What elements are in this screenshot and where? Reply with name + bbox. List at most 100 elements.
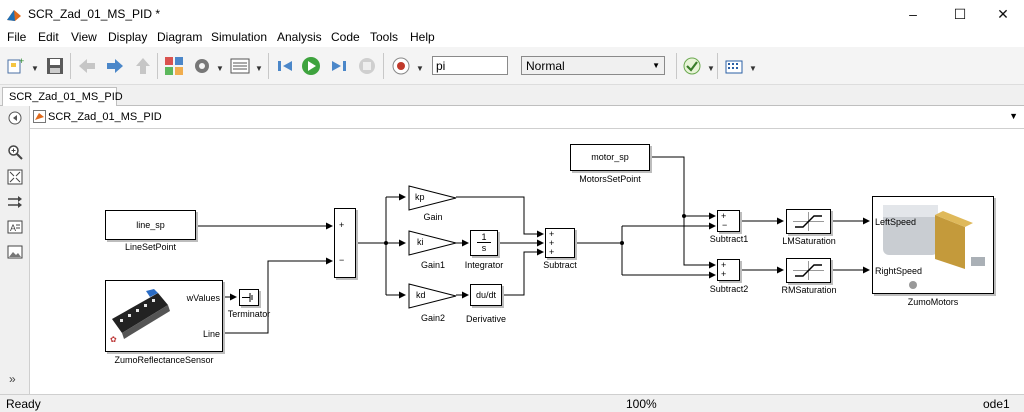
menu-edit[interactable]: Edit [38, 30, 59, 44]
model-canvas[interactable]: line_sp LineSetPoint ✿ wValues Line Zumo… [30, 129, 1024, 394]
line-setpoint-block[interactable]: line_sp [105, 210, 196, 240]
up-icon[interactable] [132, 55, 154, 77]
new-model-icon[interactable]: + [5, 55, 27, 77]
lm-saturation-label: LMSaturation [782, 236, 836, 246]
chevron-down-icon[interactable]: ▼ [31, 64, 39, 73]
simulink-logo-icon [7, 10, 21, 21]
motors-setpoint-block[interactable]: motor_sp [570, 144, 650, 171]
image-icon[interactable] [7, 244, 23, 260]
back-icon[interactable] [76, 55, 98, 77]
gain2-label: Gain2 [420, 313, 446, 323]
svg-text:A: A [10, 223, 16, 233]
toolbar: + ▼ ▼ ▼ ▼ ▼ ▼ [0, 47, 1024, 85]
chevron-down-icon[interactable]: ▼ [216, 64, 224, 73]
menu-help[interactable]: Help [410, 30, 435, 44]
menu-tools[interactable]: Tools [370, 30, 398, 44]
sum-minus-sign: − [339, 255, 345, 265]
build-icon[interactable] [723, 55, 745, 77]
gain1-label: Gain1 [420, 260, 446, 270]
derivative-label: Derivative [465, 314, 506, 324]
title-bar: SCR_Zad_01_MS_PID * – ☐ ✕ [0, 0, 1024, 29]
save-icon[interactable] [44, 55, 66, 77]
breadcrumb-model[interactable]: SCR_Zad_01_MS_PID [48, 111, 162, 123]
subtract1-block[interactable]: + − [717, 210, 740, 232]
gain-kd-block[interactable]: kd [408, 283, 458, 314]
simulation-mode-select[interactable]: Normal ▼ [521, 56, 665, 75]
subtract-label: Subtract [543, 260, 577, 270]
rm-saturation-label: RMSaturation [781, 285, 837, 295]
wvalues-port: wValues [186, 293, 220, 303]
hide-browser-icon[interactable] [7, 110, 23, 126]
menu-display[interactable]: Display [108, 30, 147, 44]
derivative-block[interactable]: du/dt [470, 284, 502, 306]
solver-name: ode1 [983, 397, 1010, 411]
menu-diagram[interactable]: Diagram [157, 30, 202, 44]
chevron-down-icon: ▼ [652, 61, 660, 70]
menu-simulation[interactable]: Simulation [211, 30, 267, 44]
error-sum-block[interactable]: + − [334, 208, 356, 278]
window-title: SCR_Zad_01_MS_PID * [28, 7, 161, 21]
integrator-label: Integrator [464, 260, 504, 270]
zumo-motors-block[interactable]: LeftSpeed RightSpeed [872, 196, 994, 294]
derivative-text: du/dt [475, 290, 497, 300]
integrator-block[interactable]: 1 s [470, 230, 498, 256]
terminator-label: Terminator [227, 309, 271, 319]
menu-view[interactable]: View [71, 30, 97, 44]
model-icon [33, 110, 46, 123]
stop-icon[interactable] [356, 55, 378, 77]
zumo-motors-label: ZumoMotors [907, 297, 959, 307]
chevron-down-icon[interactable]: ▼ [749, 64, 757, 73]
library-browser-icon[interactable] [163, 55, 185, 77]
sign-plus: + [549, 247, 555, 257]
subtract2-block[interactable]: + + [717, 259, 740, 281]
rightspeed-port: RightSpeed [875, 266, 923, 276]
motors-setpoint-label: MotorsSetPoint [579, 174, 641, 184]
fit-view-icon[interactable] [7, 169, 23, 185]
step-back-icon[interactable] [274, 55, 296, 77]
rm-saturation-block[interactable] [786, 258, 831, 283]
saturation-icon [793, 261, 824, 280]
gain-label: Gain [423, 212, 443, 222]
chevron-down-icon[interactable]: ▼ [1009, 111, 1018, 121]
close-icon[interactable]: ✕ [980, 0, 1024, 29]
stop-time-input[interactable] [432, 56, 508, 75]
sum-plus-sign: + [339, 220, 345, 230]
chevron-down-icon[interactable]: ▼ [416, 64, 424, 73]
record-icon[interactable] [390, 55, 412, 77]
pid-sum-block[interactable]: + + + [545, 228, 575, 258]
menu-code[interactable]: Code [331, 30, 360, 44]
menu-analysis[interactable]: Analysis [277, 30, 322, 44]
terminator-block[interactable] [239, 289, 259, 306]
model-config-icon[interactable] [191, 55, 213, 77]
gain-ki-block[interactable]: ki [408, 230, 458, 261]
expand-icon[interactable]: » [9, 372, 16, 386]
terminator-icon [242, 293, 253, 302]
sign-minus: − [722, 220, 728, 230]
lm-saturation-block[interactable] [786, 209, 831, 234]
route-icon[interactable] [7, 194, 23, 210]
minimize-icon[interactable]: – [890, 0, 936, 29]
sensor-board-image: ✿ [110, 289, 170, 344]
gain-triangle [408, 230, 457, 256]
menu-file[interactable]: File [7, 30, 26, 44]
line-port: Line [202, 329, 220, 339]
maximize-icon[interactable]: ☐ [937, 0, 983, 29]
integrator-numerator: 1 [481, 232, 487, 242]
step-forward-icon[interactable] [328, 55, 350, 77]
annotation-icon[interactable]: A [7, 219, 23, 235]
zoom-icon[interactable] [7, 144, 23, 160]
subtract1-label: Subtract1 [709, 234, 749, 244]
forward-icon[interactable] [104, 55, 126, 77]
svg-text:+: + [19, 56, 24, 66]
subtract2-label: Subtract2 [709, 284, 749, 294]
status-text: Ready [6, 397, 41, 411]
gain-kp-text: kp [415, 192, 425, 202]
zumo-reflectance-sensor-block[interactable]: ✿ wValues Line [105, 280, 223, 352]
tab-model[interactable]: SCR_Zad_01_MS_PID [2, 87, 123, 107]
run-icon[interactable] [300, 55, 322, 77]
chevron-down-icon[interactable]: ▼ [255, 64, 263, 73]
left-palette: A » [0, 106, 30, 394]
model-explorer-icon[interactable] [229, 55, 251, 77]
chevron-down-icon[interactable]: ▼ [707, 64, 715, 73]
model-advisor-icon[interactable] [681, 55, 703, 77]
